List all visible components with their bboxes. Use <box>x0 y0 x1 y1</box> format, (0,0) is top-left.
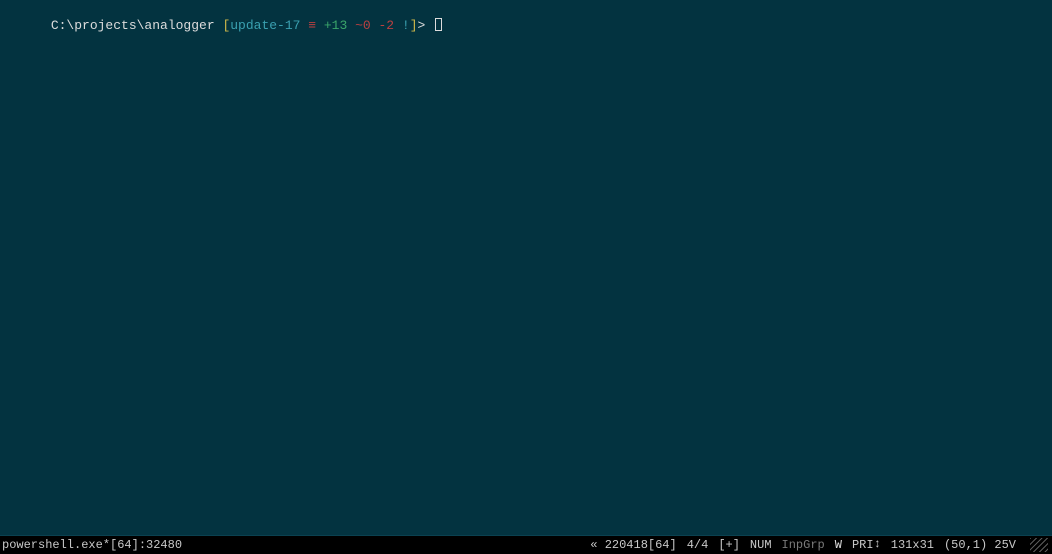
prompt-path: C:\projects\analogger <box>51 18 215 33</box>
buffer-id: 220418[64] <box>605 538 677 552</box>
plus-indicator: [+] <box>718 538 740 552</box>
process-label: powershell.exe*[64]:32480 <box>2 538 182 552</box>
dimensions-indicator: 131x31 <box>891 538 934 552</box>
guillemet-icon: « 220418[64] <box>590 538 676 552</box>
prompt-line: C:\projects\analogger [update-17 ≡ +13 ~… <box>4 2 1048 50</box>
terminal-window: C:\projects\analogger [update-17 ≡ +13 ~… <box>0 0 1052 554</box>
prompt-angle: > <box>418 18 426 33</box>
prompt-deleted-count: -2 <box>371 18 394 33</box>
prompt-bang-icon: ! <box>394 18 410 33</box>
priority-indicator: PRI↕ <box>852 538 881 552</box>
prompt-added-count: +13 <box>316 18 347 33</box>
num-lock-indicator: NUM <box>750 538 772 552</box>
prompt-open-bracket: [ <box>215 18 231 33</box>
status-right-group: « 220418[64] 4/4 [+] NUM InpGrp W PRI↕ 1… <box>590 538 1050 552</box>
prompt-equiv-icon: ≡ <box>300 18 316 33</box>
console-ratio: 4/4 <box>687 538 709 552</box>
prompt-git-branch: update-17 <box>230 18 300 33</box>
w-indicator: W <box>835 538 842 552</box>
status-process: powershell.exe*[64]:32480 <box>2 538 182 552</box>
prompt-close-bracket: ] <box>410 18 418 33</box>
updown-icon: ↕ <box>874 537 881 551</box>
cursor-position-indicator: (50,1) 25V <box>944 538 1016 552</box>
status-bar: powershell.exe*[64]:32480 « 220418[64] 4… <box>0 535 1052 554</box>
cursor-icon <box>435 18 442 31</box>
input-group-indicator: InpGrp <box>782 538 825 552</box>
terminal-output-area[interactable]: C:\projects\analogger [update-17 ≡ +13 ~… <box>0 0 1052 535</box>
resize-grip-icon[interactable] <box>1030 538 1048 552</box>
prompt-modified-count: ~0 <box>347 18 370 33</box>
